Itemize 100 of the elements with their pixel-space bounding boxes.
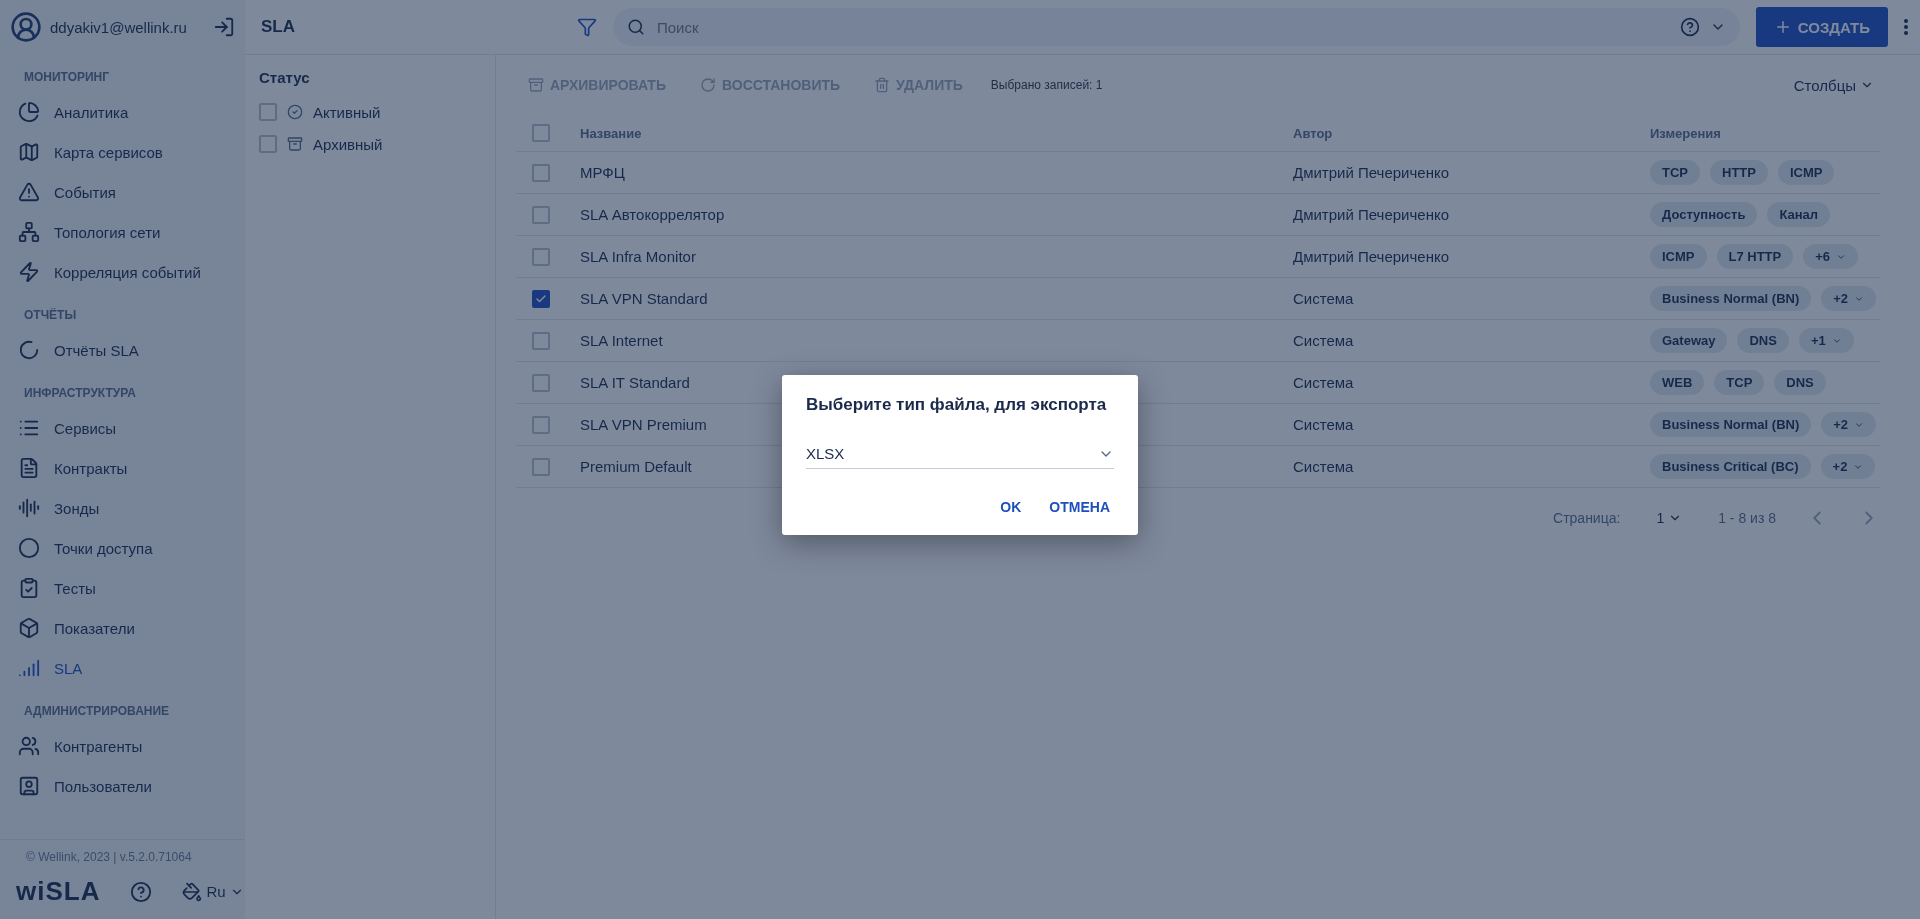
tag: DNS xyxy=(1737,328,1789,353)
table-cell: Система xyxy=(1293,290,1354,307)
sidebar-item[interactable]: Показатели xyxy=(0,608,245,648)
checkbox[interactable] xyxy=(259,135,277,153)
more-chip[interactable]: +2 xyxy=(1820,454,1876,479)
tag: L7 HTTP xyxy=(1716,244,1794,269)
column-header: Измерения xyxy=(1650,125,1722,141)
sidebar-item[interactable]: Пользователи xyxy=(0,766,245,806)
page-range: 1 - 8 из 8 xyxy=(1718,510,1776,526)
sidebar-item[interactable]: Зонды xyxy=(0,488,245,528)
more-chip[interactable]: +2 xyxy=(1821,286,1877,311)
row-checkbox[interactable] xyxy=(532,289,550,308)
table-cell: Дмитрий Печериченко xyxy=(1293,164,1449,181)
create-button[interactable]: СОЗДАТЬ xyxy=(1755,7,1888,47)
column-header: Автор xyxy=(1293,125,1334,141)
archive-icon xyxy=(287,136,303,152)
table-cell: Система xyxy=(1293,374,1354,391)
signal-bars-icon xyxy=(18,657,40,679)
tag: HTTP xyxy=(1710,160,1768,185)
columns-button[interactable]: Столбцы xyxy=(1787,75,1880,95)
search-bar[interactable]: Поиск xyxy=(613,8,1740,46)
language-select[interactable]: Ru xyxy=(182,881,244,902)
tag: Business Critical (BC) xyxy=(1650,454,1811,479)
table-cell: Дмитрий Печериченко xyxy=(1293,248,1449,265)
sidebar-item[interactable]: SLA xyxy=(0,648,245,688)
kebab-menu-icon xyxy=(1904,19,1908,35)
tag: TCP xyxy=(1650,160,1700,185)
table-cell: Premium Default xyxy=(580,458,692,475)
page-title: SLA xyxy=(261,17,296,37)
search-icon xyxy=(627,18,645,36)
sidebar-item[interactable]: Тесты xyxy=(0,568,245,608)
section-title: ИНФРАСТРУКТУРА xyxy=(23,385,137,402)
avatar-icon xyxy=(10,11,42,43)
dialog-title: Выберите тип файла, для экспорта xyxy=(806,395,1108,415)
file-type-select[interactable]: XLSX xyxy=(806,441,1114,469)
page-select[interactable]: 1 xyxy=(1650,509,1689,527)
user-card-icon xyxy=(18,775,40,797)
checkbox[interactable] xyxy=(259,103,277,121)
tag: Business Normal (BN) xyxy=(1650,412,1812,437)
sidebar-item[interactable]: События xyxy=(0,172,245,212)
sidebar-item[interactable]: Аналитика xyxy=(0,92,245,132)
search-field[interactable]: Поиск xyxy=(655,11,1670,43)
row-checkbox[interactable] xyxy=(532,205,550,224)
check-circle-icon xyxy=(287,104,303,120)
table-cell: SLA Автокоррелятор xyxy=(580,206,725,223)
tag: ICMP xyxy=(1777,160,1835,185)
help-icon[interactable] xyxy=(1679,17,1700,37)
table-cell: Дмитрий Печериченко xyxy=(1293,206,1449,223)
tag: Доступность xyxy=(1650,202,1758,227)
sidebar-item[interactable]: Корреляция событий xyxy=(0,252,245,292)
row-checkbox[interactable] xyxy=(532,373,550,392)
sidebar-item[interactable]: Контракты xyxy=(0,448,245,488)
sidebar-item[interactable]: Карта сервисов xyxy=(0,132,245,172)
tag: Канал xyxy=(1767,202,1831,227)
table-cell: SLA VPN Standard xyxy=(580,290,708,307)
cube-icon xyxy=(18,617,40,639)
warning-icon xyxy=(18,181,40,203)
more-chip[interactable]: +1 xyxy=(1798,328,1854,353)
sidebar-item[interactable]: Отчёты SLA xyxy=(0,330,245,370)
section-title: ОТЧЁТЫ xyxy=(23,307,78,324)
table-cell: Система xyxy=(1293,416,1354,433)
audio-bars-icon xyxy=(18,497,40,519)
row-checkbox[interactable] xyxy=(532,331,550,350)
tag: TCP xyxy=(1714,370,1765,395)
select-all-checkbox[interactable] xyxy=(532,124,550,142)
row-checkbox[interactable] xyxy=(532,457,550,476)
copyright-text: © Wellink, 2023 | v.5.2.0.71064 xyxy=(26,850,193,864)
sidebar-item[interactable]: Контрагенты xyxy=(0,726,245,766)
sidebar-item[interactable]: Точки доступа xyxy=(0,528,245,568)
sidebar-item[interactable]: Топология сети xyxy=(0,212,245,252)
table-cell: SLA Internet xyxy=(580,332,663,349)
table-cell: SLA IT Standard xyxy=(580,374,690,391)
more-chip[interactable]: +6 xyxy=(1803,244,1859,269)
table-cell: Система xyxy=(1293,332,1354,349)
user-email: ddyakiv1@wellink.ru xyxy=(50,18,188,36)
row-checkbox[interactable] xyxy=(532,415,550,434)
sidebar-item[interactable]: Сервисы xyxy=(0,408,245,448)
topology-icon xyxy=(18,221,40,243)
more-menu-button[interactable] xyxy=(1904,19,1908,35)
row-checkbox[interactable] xyxy=(532,163,550,182)
checkmark-icon xyxy=(535,292,547,305)
help-button[interactable] xyxy=(130,880,153,903)
dialog-button[interactable]: ОТМЕНА xyxy=(1045,493,1114,521)
logout-button[interactable] xyxy=(213,16,235,38)
filter-label: Архивный xyxy=(313,135,383,153)
table-cell: SLA Infra Monitor xyxy=(580,248,696,265)
table-cell: МРФЦ xyxy=(580,164,625,181)
filter-button[interactable] xyxy=(577,17,597,37)
paint-bucket-icon xyxy=(182,881,203,902)
row-checkbox[interactable] xyxy=(532,247,550,266)
tag: Business Normal (BN) xyxy=(1650,286,1812,311)
table-cell: SLA VPN Premium xyxy=(580,416,707,433)
lightning-icon xyxy=(18,261,40,283)
document-icon xyxy=(18,457,40,479)
tag: DNS xyxy=(1774,370,1826,395)
tag: WEB xyxy=(1650,370,1705,395)
filter-label: Активный xyxy=(313,103,381,121)
pie-chart-icon xyxy=(18,101,40,123)
more-chip[interactable]: +2 xyxy=(1821,412,1877,437)
dialog-button[interactable]: OK xyxy=(996,493,1026,521)
